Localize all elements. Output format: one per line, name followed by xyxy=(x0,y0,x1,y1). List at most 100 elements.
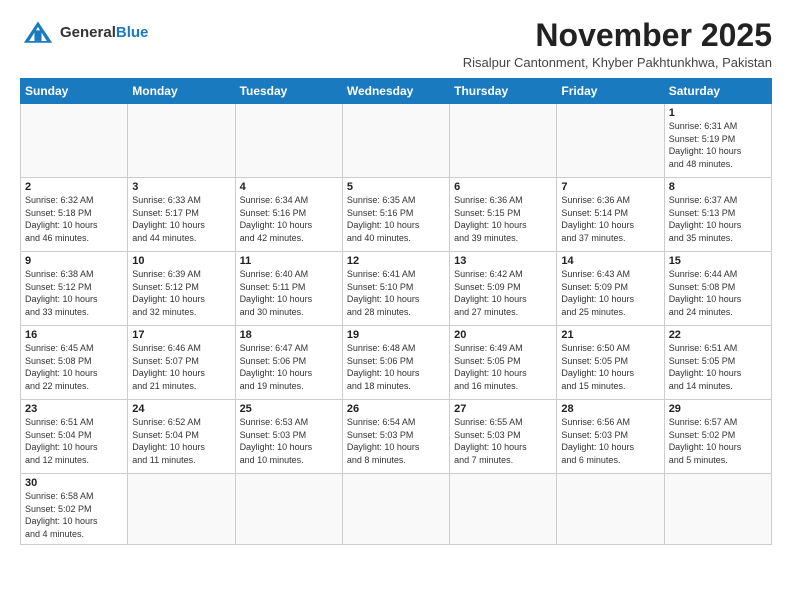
calendar-cell: 22Sunrise: 6:51 AM Sunset: 5:05 PM Dayli… xyxy=(664,326,771,400)
day-info: Sunrise: 6:47 AM Sunset: 5:06 PM Dayligh… xyxy=(240,342,338,392)
day-info: Sunrise: 6:50 AM Sunset: 5:05 PM Dayligh… xyxy=(561,342,659,392)
day-info: Sunrise: 6:53 AM Sunset: 5:03 PM Dayligh… xyxy=(240,416,338,466)
header-thursday: Thursday xyxy=(450,79,557,104)
calendar-cell: 30Sunrise: 6:58 AM Sunset: 5:02 PM Dayli… xyxy=(21,474,128,544)
calendar-cell: 3Sunrise: 6:33 AM Sunset: 5:17 PM Daylig… xyxy=(128,178,235,252)
title-block: November 2025 Risalpur Cantonment, Khybe… xyxy=(463,18,772,70)
page: GeneralBlue November 2025 Risalpur Canto… xyxy=(0,0,792,555)
header-saturday: Saturday xyxy=(664,79,771,104)
calendar-cell: 5Sunrise: 6:35 AM Sunset: 5:16 PM Daylig… xyxy=(342,178,449,252)
day-info: Sunrise: 6:37 AM Sunset: 5:13 PM Dayligh… xyxy=(669,194,767,244)
calendar-cell: 21Sunrise: 6:50 AM Sunset: 5:05 PM Dayli… xyxy=(557,326,664,400)
day-number: 2 xyxy=(25,181,123,193)
day-number: 13 xyxy=(454,255,552,267)
day-info: Sunrise: 6:31 AM Sunset: 5:19 PM Dayligh… xyxy=(669,120,767,170)
calendar-cell: 24Sunrise: 6:52 AM Sunset: 5:04 PM Dayli… xyxy=(128,400,235,474)
logo-text: GeneralBlue xyxy=(60,24,148,42)
calendar-cell xyxy=(128,104,235,178)
calendar-cell xyxy=(664,474,771,544)
day-info: Sunrise: 6:35 AM Sunset: 5:16 PM Dayligh… xyxy=(347,194,445,244)
day-number: 30 xyxy=(25,477,123,489)
day-number: 9 xyxy=(25,255,123,267)
day-number: 11 xyxy=(240,255,338,267)
day-number: 10 xyxy=(132,255,230,267)
calendar-cell: 14Sunrise: 6:43 AM Sunset: 5:09 PM Dayli… xyxy=(557,252,664,326)
day-number: 29 xyxy=(669,403,767,415)
day-info: Sunrise: 6:51 AM Sunset: 5:04 PM Dayligh… xyxy=(25,416,123,466)
calendar-week-row: 23Sunrise: 6:51 AM Sunset: 5:04 PM Dayli… xyxy=(21,400,772,474)
day-info: Sunrise: 6:52 AM Sunset: 5:04 PM Dayligh… xyxy=(132,416,230,466)
calendar-cell: 9Sunrise: 6:38 AM Sunset: 5:12 PM Daylig… xyxy=(21,252,128,326)
day-number: 16 xyxy=(25,329,123,341)
calendar-cell: 7Sunrise: 6:36 AM Sunset: 5:14 PM Daylig… xyxy=(557,178,664,252)
day-number: 25 xyxy=(240,403,338,415)
day-number: 17 xyxy=(132,329,230,341)
day-number: 5 xyxy=(347,181,445,193)
day-info: Sunrise: 6:34 AM Sunset: 5:16 PM Dayligh… xyxy=(240,194,338,244)
header-monday: Monday xyxy=(128,79,235,104)
day-info: Sunrise: 6:45 AM Sunset: 5:08 PM Dayligh… xyxy=(25,342,123,392)
day-info: Sunrise: 6:46 AM Sunset: 5:07 PM Dayligh… xyxy=(132,342,230,392)
day-number: 24 xyxy=(132,403,230,415)
calendar-cell: 16Sunrise: 6:45 AM Sunset: 5:08 PM Dayli… xyxy=(21,326,128,400)
calendar-cell: 8Sunrise: 6:37 AM Sunset: 5:13 PM Daylig… xyxy=(664,178,771,252)
calendar-cell: 11Sunrise: 6:40 AM Sunset: 5:11 PM Dayli… xyxy=(235,252,342,326)
day-number: 7 xyxy=(561,181,659,193)
header-friday: Friday xyxy=(557,79,664,104)
day-number: 1 xyxy=(669,107,767,119)
day-info: Sunrise: 6:43 AM Sunset: 5:09 PM Dayligh… xyxy=(561,268,659,318)
day-info: Sunrise: 6:48 AM Sunset: 5:06 PM Dayligh… xyxy=(347,342,445,392)
day-number: 18 xyxy=(240,329,338,341)
day-number: 4 xyxy=(240,181,338,193)
calendar-cell xyxy=(450,104,557,178)
calendar-cell: 4Sunrise: 6:34 AM Sunset: 5:16 PM Daylig… xyxy=(235,178,342,252)
day-info: Sunrise: 6:36 AM Sunset: 5:15 PM Dayligh… xyxy=(454,194,552,244)
month-title: November 2025 xyxy=(463,18,772,53)
day-info: Sunrise: 6:49 AM Sunset: 5:05 PM Dayligh… xyxy=(454,342,552,392)
calendar-week-row: 1Sunrise: 6:31 AM Sunset: 5:19 PM Daylig… xyxy=(21,104,772,178)
calendar-cell xyxy=(450,474,557,544)
header-sunday: Sunday xyxy=(21,79,128,104)
header-wednesday: Wednesday xyxy=(342,79,449,104)
calendar-cell: 12Sunrise: 6:41 AM Sunset: 5:10 PM Dayli… xyxy=(342,252,449,326)
weekday-header-row: Sunday Monday Tuesday Wednesday Thursday… xyxy=(21,79,772,104)
day-info: Sunrise: 6:42 AM Sunset: 5:09 PM Dayligh… xyxy=(454,268,552,318)
header-tuesday: Tuesday xyxy=(235,79,342,104)
day-info: Sunrise: 6:58 AM Sunset: 5:02 PM Dayligh… xyxy=(25,490,123,540)
calendar-cell xyxy=(557,474,664,544)
day-number: 26 xyxy=(347,403,445,415)
calendar-cell xyxy=(342,474,449,544)
calendar-cell xyxy=(557,104,664,178)
calendar-cell: 10Sunrise: 6:39 AM Sunset: 5:12 PM Dayli… xyxy=(128,252,235,326)
day-info: Sunrise: 6:39 AM Sunset: 5:12 PM Dayligh… xyxy=(132,268,230,318)
day-number: 22 xyxy=(669,329,767,341)
calendar-cell: 2Sunrise: 6:32 AM Sunset: 5:18 PM Daylig… xyxy=(21,178,128,252)
calendar-week-row: 9Sunrise: 6:38 AM Sunset: 5:12 PM Daylig… xyxy=(21,252,772,326)
calendar-cell: 23Sunrise: 6:51 AM Sunset: 5:04 PM Dayli… xyxy=(21,400,128,474)
calendar-week-row: 16Sunrise: 6:45 AM Sunset: 5:08 PM Dayli… xyxy=(21,326,772,400)
header: GeneralBlue November 2025 Risalpur Canto… xyxy=(20,18,772,70)
day-info: Sunrise: 6:51 AM Sunset: 5:05 PM Dayligh… xyxy=(669,342,767,392)
day-number: 12 xyxy=(347,255,445,267)
calendar-cell: 20Sunrise: 6:49 AM Sunset: 5:05 PM Dayli… xyxy=(450,326,557,400)
day-number: 20 xyxy=(454,329,552,341)
calendar-cell: 6Sunrise: 6:36 AM Sunset: 5:15 PM Daylig… xyxy=(450,178,557,252)
day-info: Sunrise: 6:41 AM Sunset: 5:10 PM Dayligh… xyxy=(347,268,445,318)
day-number: 23 xyxy=(25,403,123,415)
calendar-week-row: 2Sunrise: 6:32 AM Sunset: 5:18 PM Daylig… xyxy=(21,178,772,252)
day-number: 15 xyxy=(669,255,767,267)
calendar-cell: 13Sunrise: 6:42 AM Sunset: 5:09 PM Dayli… xyxy=(450,252,557,326)
calendar-cell: 26Sunrise: 6:54 AM Sunset: 5:03 PM Dayli… xyxy=(342,400,449,474)
calendar-cell xyxy=(128,474,235,544)
day-info: Sunrise: 6:56 AM Sunset: 5:03 PM Dayligh… xyxy=(561,416,659,466)
day-number: 28 xyxy=(561,403,659,415)
day-number: 14 xyxy=(561,255,659,267)
calendar-cell: 15Sunrise: 6:44 AM Sunset: 5:08 PM Dayli… xyxy=(664,252,771,326)
calendar-cell: 27Sunrise: 6:55 AM Sunset: 5:03 PM Dayli… xyxy=(450,400,557,474)
day-info: Sunrise: 6:57 AM Sunset: 5:02 PM Dayligh… xyxy=(669,416,767,466)
calendar-table: Sunday Monday Tuesday Wednesday Thursday… xyxy=(20,78,772,544)
day-info: Sunrise: 6:36 AM Sunset: 5:14 PM Dayligh… xyxy=(561,194,659,244)
day-info: Sunrise: 6:54 AM Sunset: 5:03 PM Dayligh… xyxy=(347,416,445,466)
day-number: 3 xyxy=(132,181,230,193)
calendar-cell: 19Sunrise: 6:48 AM Sunset: 5:06 PM Dayli… xyxy=(342,326,449,400)
